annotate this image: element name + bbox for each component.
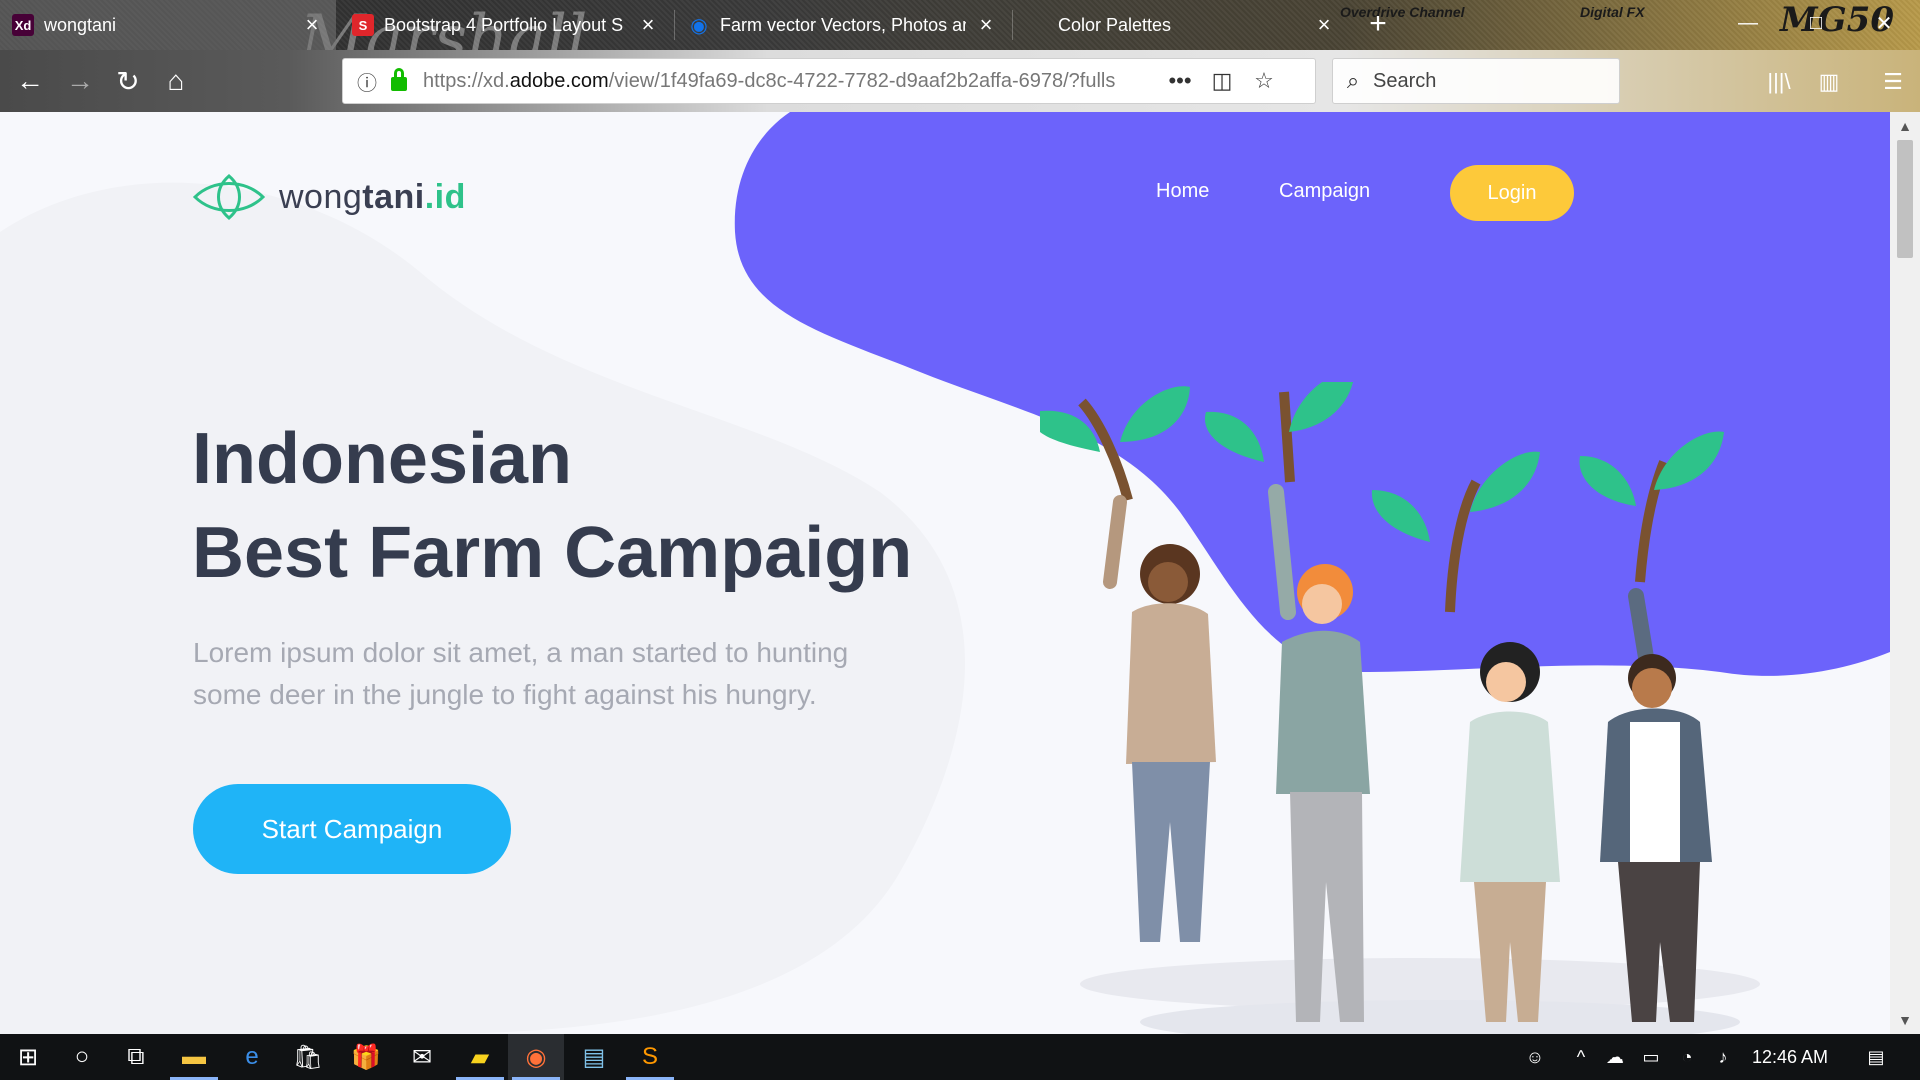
search-input[interactable]: ⌕ Search	[1332, 58, 1620, 104]
browser-tab-bar: Marshall Overdrive Channel Digital FX Xd…	[0, 0, 1920, 50]
more-actions-icon[interactable]: •••	[1159, 68, 1201, 94]
lock-icon	[385, 68, 413, 91]
cortana-icon[interactable]: ○	[54, 1034, 110, 1080]
volume-icon[interactable]: ♪	[1708, 1034, 1738, 1080]
sidebar-icon[interactable]: ▥	[1812, 65, 1846, 99]
onedrive-icon[interactable]: ☁	[1600, 1034, 1630, 1080]
search-icon: ⌕	[1346, 68, 1360, 93]
login-button[interactable]: Login	[1450, 165, 1574, 221]
close-tab-icon[interactable]: ×	[1312, 12, 1336, 37]
tab-title: Color Palettes	[1058, 14, 1172, 35]
edge-icon[interactable]: e	[224, 1034, 280, 1080]
battery-icon[interactable]: ▭	[1636, 1034, 1666, 1080]
info-icon[interactable]: ⓘ	[349, 67, 385, 96]
browser-navigation-bar: ← → ↻ ⌂ ⓘ https://xd.adobe.com/view/1f49…	[0, 50, 1920, 112]
hero-title-line1: Indonesian	[192, 419, 573, 499]
people-icon[interactable]: ☺	[1520, 1034, 1550, 1080]
back-icon[interactable]: ←	[10, 61, 50, 101]
tab-separator	[674, 10, 675, 40]
windows-taskbar: ⊞ ○ ⧉ ▬ e 🛍 🎁 ✉ ▰ ◉ ▤ S ☺ ^ ☁ ▭ ◔ ♪ 12:4…	[0, 1034, 1920, 1080]
url-bar[interactable]: ⓘ https://xd.adobe.com/view/1f49fa69-dc8…	[342, 58, 1316, 104]
person-1-figure	[1040, 386, 1216, 942]
store-icon[interactable]: 🛍	[280, 1034, 336, 1080]
tab-title: wongtani	[44, 14, 117, 35]
hero-description: Lorem ipsum dolor sit amet, a man starte…	[193, 637, 849, 710]
tab-separator	[1012, 10, 1013, 40]
mail-icon[interactable]: ✉	[394, 1034, 450, 1080]
farmers-illustration	[1040, 382, 1760, 1034]
freepik-icon: ◉	[690, 14, 708, 37]
person-2-figure	[1204, 382, 1370, 1022]
person-3-figure	[1371, 451, 1560, 1022]
nav-home-link[interactable]: Home	[1156, 180, 1209, 203]
home-icon[interactable]: ⌂	[156, 61, 196, 101]
tab-freepik[interactable]: ◉ Farm vector Vectors, Photos an ×	[676, 0, 1010, 50]
menu-icon[interactable]: ☰	[1876, 65, 1910, 99]
search-placeholder: Search	[1373, 69, 1437, 92]
tab-color-palettes[interactable]: Color Palettes ×	[1014, 0, 1348, 50]
minimize-icon[interactable]: —	[1728, 8, 1768, 38]
library-icon[interactable]: |||\	[1762, 65, 1796, 99]
theme-channel-label: Overdrive Channel	[1340, 4, 1465, 20]
taskbar-clock[interactable]: 12:46 AM	[1752, 1034, 1828, 1080]
close-window-icon[interactable]: ✕	[1864, 8, 1904, 38]
url-text[interactable]: https://xd.adobe.com/view/1f49fa69-dc8c-…	[423, 70, 1159, 93]
tab-wongtani[interactable]: Xd wongtani ×	[0, 0, 336, 50]
task-view-icon[interactable]: ⧉	[108, 1034, 164, 1080]
tab-title: Farm vector Vectors, Photos an	[720, 14, 966, 35]
notifications-icon[interactable]: ▤	[1856, 1034, 1896, 1080]
close-tab-icon[interactable]: ×	[300, 12, 324, 37]
file-explorer-icon[interactable]: ▬	[166, 1034, 222, 1080]
new-tab-icon[interactable]: +	[1362, 6, 1394, 42]
firefox-icon[interactable]: ◉	[508, 1034, 564, 1080]
wifi-icon[interactable]: ◔	[1672, 1034, 1702, 1080]
tab-title: Bootstrap 4 Portfolio Layout S	[384, 14, 624, 35]
hero-title-line2: Best Farm Campaign	[192, 513, 913, 593]
page-content: wongtani.id Home Campaign Login Indonesi…	[0, 112, 1890, 1034]
tab-bootstrap[interactable]: S Bootstrap 4 Portfolio Layout S ×	[340, 0, 672, 50]
pocket-icon[interactable]: ◫	[1201, 68, 1243, 94]
close-tab-icon[interactable]: ×	[636, 12, 660, 37]
notepad-icon[interactable]: ▤	[566, 1034, 622, 1080]
person-4-figure	[1579, 431, 1724, 1022]
leaf-logo-icon	[193, 174, 265, 220]
close-tab-icon[interactable]: ×	[974, 12, 998, 37]
start-campaign-button[interactable]: Start Campaign	[193, 784, 511, 874]
adobe-xd-icon: Xd	[12, 14, 34, 36]
maximize-icon[interactable]: □	[1796, 8, 1836, 38]
bookmark-star-icon[interactable]: ☆	[1243, 68, 1285, 94]
gift-icon[interactable]: 🎁	[338, 1034, 394, 1080]
s-icon: S	[352, 14, 374, 36]
sticky-notes-icon[interactable]: ▰	[452, 1034, 508, 1080]
site-logo[interactable]: wongtani.id	[193, 174, 466, 220]
scroll-down-icon[interactable]: ▼	[1890, 1008, 1920, 1032]
theme-fx-label: Digital FX	[1580, 4, 1645, 20]
nav-campaign-link[interactable]: Campaign	[1279, 180, 1370, 203]
page-scrollbar[interactable]: ▲ ▼	[1890, 112, 1920, 1034]
scroll-thumb[interactable]	[1897, 140, 1913, 258]
show-hidden-icons-icon[interactable]: ^	[1566, 1034, 1596, 1080]
logo-wordmark: wongtani.id	[279, 177, 466, 216]
start-icon[interactable]: ⊞	[0, 1034, 56, 1080]
sublime-icon[interactable]: S	[622, 1034, 678, 1080]
reload-icon[interactable]: ↻	[108, 61, 148, 101]
forward-icon[interactable]: →	[60, 61, 100, 101]
scroll-up-icon[interactable]: ▲	[1890, 114, 1920, 138]
hero-title: Indonesian Best Farm Campaign	[192, 412, 912, 600]
